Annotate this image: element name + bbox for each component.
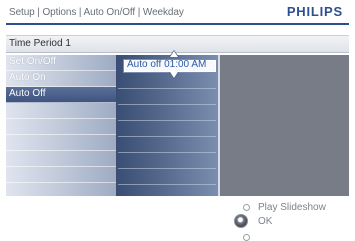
value-column	[116, 55, 220, 196]
breadcrumb: Setup | Options | Auto On/Off | Weekday	[9, 7, 184, 18]
ok-label: OK	[258, 216, 273, 227]
menu-empty-row	[6, 103, 116, 119]
menu-column: Set On/Off Auto On Auto Off	[6, 55, 116, 196]
menu-item-label: Auto On	[9, 72, 46, 83]
scroll-up-icon[interactable]	[170, 51, 178, 57]
menu-item-auto-off[interactable]: Auto Off	[6, 87, 116, 103]
menu-empty-row	[6, 135, 116, 151]
settings-panel: Set On/Off Auto On Auto Off Auto off 01:…	[6, 50, 349, 196]
value-row-divider	[118, 88, 216, 89]
preview-area	[220, 55, 349, 196]
value-row-divider	[118, 136, 216, 137]
menu-item-label: Set On/Off	[9, 56, 57, 67]
menu-empty-row	[6, 151, 116, 167]
value-row-divider	[118, 168, 216, 169]
menu-empty-row	[6, 167, 116, 183]
menu-item-set-on-off[interactable]: Set On/Off	[6, 55, 116, 71]
play-slideshow-label: Play Slideshow	[258, 202, 326, 213]
ok-button-icon[interactable]	[234, 214, 248, 228]
brand-logo: PHILIPS	[286, 4, 343, 19]
value-row-divider	[118, 184, 216, 185]
value-row-divider	[118, 120, 216, 121]
header-divider	[6, 23, 349, 25]
section-title: Time Period 1	[9, 38, 71, 49]
nav-up-icon[interactable]	[243, 204, 250, 211]
header: Setup | Options | Auto On/Off | Weekday …	[0, 0, 355, 25]
menu-item-auto-on[interactable]: Auto On	[6, 71, 116, 87]
menu-empty-row	[6, 119, 116, 135]
auto-off-time-value: Auto off 01:00 AM	[127, 59, 207, 70]
value-row-divider	[118, 152, 216, 153]
menu-item-label: Auto Off	[9, 88, 46, 99]
nav-down-icon[interactable]	[243, 234, 250, 241]
scroll-down-icon[interactable]	[170, 72, 178, 78]
photo-frame-screen: Setup | Options | Auto On/Off | Weekday …	[0, 0, 355, 241]
auto-off-time-selector[interactable]: Auto off 01:00 AM	[123, 59, 217, 73]
value-row-divider	[118, 104, 216, 105]
